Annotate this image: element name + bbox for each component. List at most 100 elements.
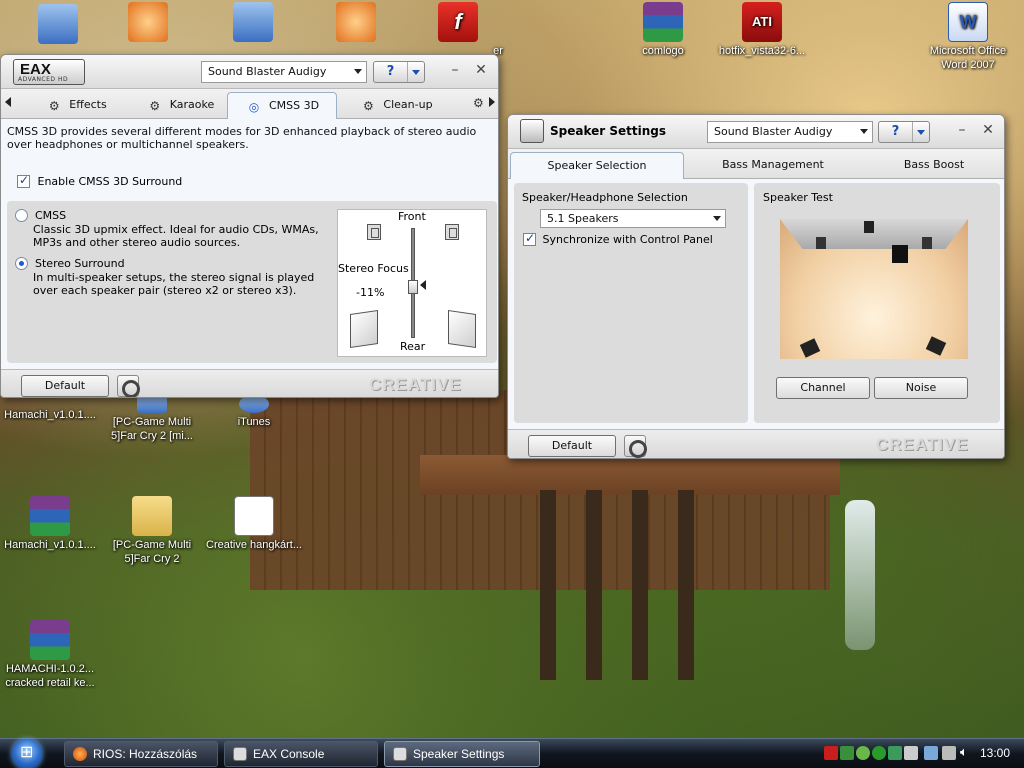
taskbar-button-browser[interactable]: RIOS: Hozzászólás ír... bbox=[64, 741, 218, 767]
clock[interactable]: 13:00 bbox=[980, 746, 1010, 760]
tools-icon bbox=[128, 2, 168, 42]
speaker-config-value: 5.1 Speakers bbox=[547, 212, 619, 225]
speaker-help-button[interactable]: ? bbox=[878, 121, 930, 143]
tab-cmss-3d[interactable]: ◎ CMSS 3D bbox=[227, 92, 337, 119]
desktop-icon-hamachi-3[interactable]: HAMACHI-1.0.2... cracked retail ke... bbox=[2, 620, 98, 690]
chevron-down-icon bbox=[408, 62, 424, 82]
tray-icon-6[interactable] bbox=[942, 746, 956, 760]
speaker-settings-icon[interactable] bbox=[117, 375, 140, 397]
speaker-window-title: Speaker Settings bbox=[550, 124, 667, 138]
option-cmss[interactable]: CMSS Classic 3D upmix effect. Ideal for … bbox=[15, 209, 319, 249]
taskbar-button-eax[interactable]: EAX Console bbox=[224, 741, 378, 767]
tab-karaoke[interactable]: ⚙ Karaoke bbox=[135, 92, 225, 119]
folder-icon bbox=[132, 496, 172, 536]
tab-bass-management[interactable]: Bass Management bbox=[708, 152, 838, 179]
sync-checkbox[interactable] bbox=[523, 231, 536, 246]
stereo-surround-radio[interactable] bbox=[15, 257, 28, 270]
cleanup-icon: ⚙ bbox=[363, 99, 374, 113]
center-speaker-icon bbox=[864, 221, 874, 233]
chevron-down-icon bbox=[354, 69, 362, 74]
close-icon[interactable]: ✕ bbox=[473, 63, 489, 77]
eax-help-button[interactable]: ? bbox=[373, 61, 425, 83]
tab-effects[interactable]: ⚙ Effects bbox=[31, 92, 121, 119]
desktop-icon-farcry-1[interactable]: [PC-Game Multi 5]Far Cry 2 [mi... bbox=[104, 395, 200, 443]
enable-cmss-checkbox[interactable] bbox=[17, 173, 30, 188]
taskbar-button-label: EAX Console bbox=[253, 747, 325, 761]
desktop-icon-itunes[interactable]: iTunes bbox=[206, 395, 302, 429]
speaker-tabbar: Speaker Selection Bass Management Bass B… bbox=[508, 149, 1004, 179]
tray-icon-2[interactable] bbox=[856, 746, 870, 760]
desktop-icon-computer[interactable] bbox=[10, 4, 106, 46]
tab-speaker-selection[interactable]: Speaker Selection bbox=[510, 152, 684, 179]
desktop-icon-media[interactable] bbox=[308, 2, 404, 44]
taskbar-button-label: RIOS: Hozzászólás ír... bbox=[93, 747, 198, 761]
enable-cmss-checkbox-row[interactable]: Enable CMSS 3D Surround bbox=[17, 173, 182, 188]
speaker-default-button[interactable]: Default bbox=[528, 435, 616, 457]
karaoke-icon: ⚙ bbox=[149, 99, 161, 113]
winrar-icon bbox=[643, 2, 683, 42]
noise-button[interactable]: Noise bbox=[874, 377, 968, 399]
start-button[interactable] bbox=[8, 739, 50, 768]
effects-icon: ⚙ bbox=[48, 99, 60, 113]
sync-checkbox-row[interactable]: Synchronize with Control Panel bbox=[523, 231, 713, 246]
tray-icon-4[interactable] bbox=[888, 746, 902, 760]
desktop-icon-tools[interactable] bbox=[100, 2, 196, 44]
eax-console-window: EAX ADVANCED HD Sound Blaster Audigy ? –… bbox=[0, 54, 499, 398]
close-icon[interactable]: ✕ bbox=[980, 123, 996, 137]
tray-icon-1[interactable] bbox=[840, 746, 854, 760]
stereo-focus-panel: Front Rear Stereo Focus -11% bbox=[337, 209, 487, 357]
front-left-speaker-icon bbox=[816, 237, 826, 249]
taskbar-button-speaker[interactable]: Speaker Settings bbox=[384, 741, 540, 767]
tab-label: Effects bbox=[69, 98, 107, 111]
minimize-icon[interactable]: – bbox=[954, 123, 970, 137]
wallpaper-posts bbox=[540, 490, 720, 680]
channel-button[interactable]: Channel bbox=[776, 377, 870, 399]
desktop-icon-label: Hamachi_v1.0.1.... bbox=[4, 409, 96, 421]
tab-bass-boost[interactable]: Bass Boost bbox=[884, 152, 984, 179]
tab-scroll-right-icon[interactable] bbox=[489, 97, 495, 107]
flash-icon: f bbox=[438, 2, 478, 42]
desktop-icon-printer[interactable] bbox=[205, 2, 301, 44]
tab-partial-icon: ⚙ bbox=[473, 96, 484, 110]
tray-icon-5[interactable] bbox=[904, 746, 918, 760]
desktop-icon-creative-doc[interactable]: Creative hangkárt... bbox=[206, 496, 302, 552]
desktop-icon-hamachi-2[interactable]: Hamachi_v1.0.1.... bbox=[2, 496, 98, 552]
tab-scroll-left-icon[interactable] bbox=[5, 97, 11, 107]
word-icon: W bbox=[948, 2, 988, 42]
eax-content: CMSS 3D provides several different modes… bbox=[1, 119, 498, 369]
eax-tabbar: ⚙ Effects ⚙ Karaoke ◎ CMSS 3D ⚙ Clean-up ⚙ bbox=[1, 89, 498, 119]
eax-default-button[interactable]: Default bbox=[21, 375, 109, 397]
desktop-icon-farcry-2[interactable]: [PC-Game Multi 5]Far Cry 2 bbox=[104, 496, 200, 566]
minimize-icon[interactable]: – bbox=[447, 63, 463, 77]
tab-label: Speaker Selection bbox=[547, 159, 647, 172]
tab-clean-up[interactable]: ⚙ Clean-up bbox=[351, 92, 441, 119]
tab-label: Bass Management bbox=[722, 158, 824, 171]
ati-tray-icon[interactable] bbox=[824, 746, 838, 760]
desktop-icon-label: Creative hangkárt... bbox=[206, 539, 302, 551]
speaker-settings-icon bbox=[393, 747, 407, 761]
eax-console-icon[interactable] bbox=[624, 435, 647, 458]
desktop-icon-comlogo[interactable]: comlogo bbox=[615, 2, 711, 58]
eax-icon bbox=[233, 747, 247, 761]
desktop-icon-flash[interactable]: f bbox=[410, 2, 506, 44]
eax-device-select[interactable]: Sound Blaster Audigy bbox=[201, 61, 367, 83]
desktop-icon-hamachi-1[interactable]: Hamachi_v1.0.1.... bbox=[2, 408, 98, 422]
cmss-radio[interactable] bbox=[15, 209, 28, 222]
volume-icon[interactable]: 🔈︎ bbox=[960, 746, 974, 760]
desktop-icon-label: [PC-Game Multi 5]Far Cry 2 [mi... bbox=[111, 416, 193, 442]
creative-logo: CREATIVE bbox=[876, 435, 969, 454]
network-icon[interactable] bbox=[924, 746, 938, 760]
eax-footer: Default CREATIVE bbox=[1, 369, 498, 397]
system-tray: 🔈︎ 13:00 bbox=[814, 739, 1024, 768]
tray-icon-3[interactable] bbox=[872, 746, 886, 760]
speaker-config-select[interactable]: 5.1 Speakers bbox=[540, 209, 726, 228]
document-icon bbox=[234, 496, 274, 536]
media-icon bbox=[336, 2, 376, 42]
computer-icon bbox=[38, 4, 78, 44]
desktop-icon-hotfix[interactable]: ATI hotfix_vista32-6... bbox=[714, 2, 810, 58]
speaker-device-value: Sound Blaster Audigy bbox=[714, 125, 833, 138]
option-stereo-surround[interactable]: Stereo Surround In multi-speaker setups,… bbox=[15, 257, 314, 297]
speaker-device-select[interactable]: Sound Blaster Audigy bbox=[707, 121, 873, 143]
stereo-focus-slider[interactable] bbox=[408, 280, 418, 294]
desktop-icon-word[interactable]: W Microsoft Office Word 2007 bbox=[920, 2, 1016, 72]
